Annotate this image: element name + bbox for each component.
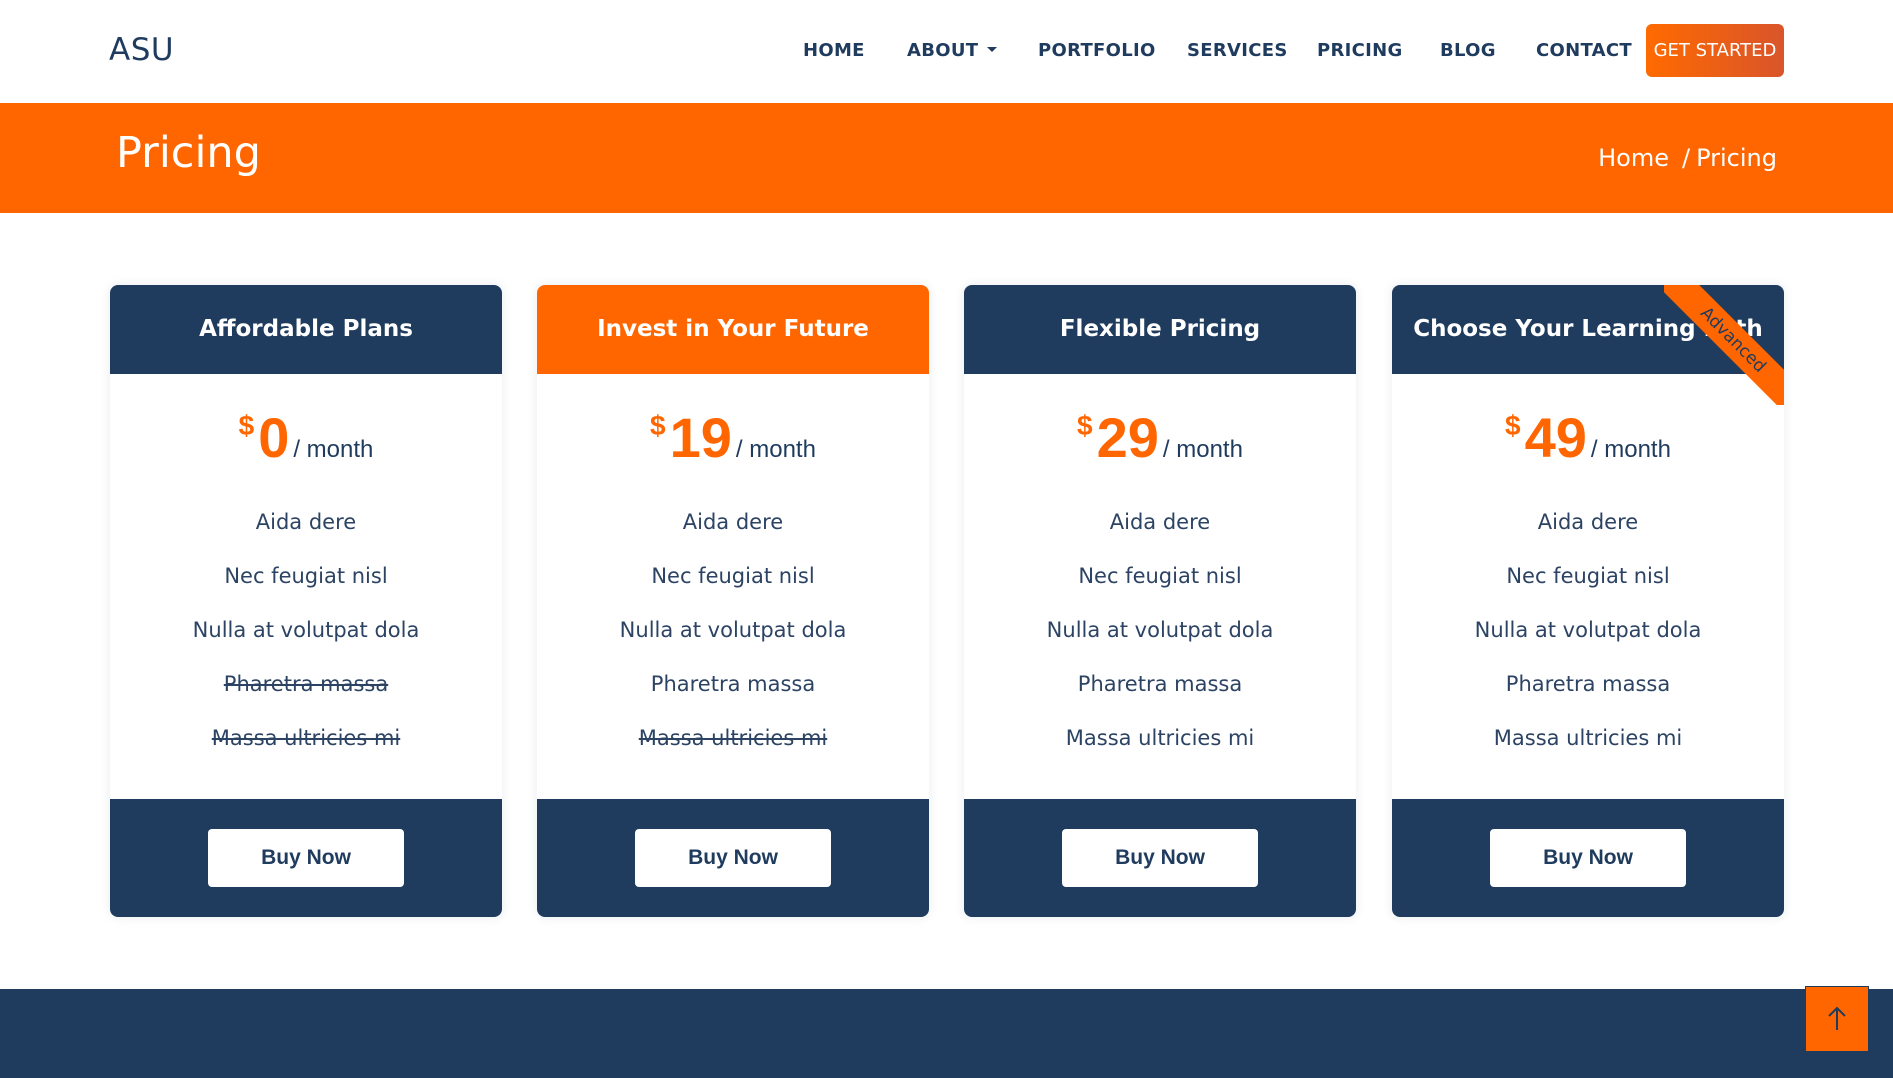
plan-feature: Pharetra massa [1505, 672, 1671, 696]
pricing-card: Affordable Plans $0/ month Aida dere Nec fe… [110, 285, 502, 917]
card-footer: Buy Now [110, 799, 502, 917]
page-title: Pricing [116, 128, 261, 178]
plan-feature: Massa ultricies mi [211, 726, 401, 750]
price-period: / month [1590, 436, 1671, 463]
plan-feature: Aida dere [255, 510, 357, 534]
advanced-ribbon: Advanced [1664, 285, 1784, 405]
price-amount: 19 [669, 406, 732, 469]
price-period: / month [1162, 436, 1243, 463]
plan-feature: Aida dere [1537, 510, 1639, 534]
plan-feature: Pharetra massa [650, 672, 816, 696]
nav-blog[interactable]: BLOG [1440, 40, 1496, 61]
price-period: / month [735, 436, 816, 463]
plan-price: $49/ month [1392, 405, 1784, 470]
plan-price: $29/ month [964, 405, 1356, 470]
nav-about[interactable]: ABOUT [907, 40, 998, 61]
plan-feature: Massa ultricies mi [1493, 726, 1683, 750]
breadcrumb-home-link[interactable]: Home [1598, 144, 1669, 172]
breadcrumb: Home / Pricing [1598, 144, 1777, 172]
pricing-card: Choose Your Learning Path $49/ month Aida … [1392, 285, 1784, 917]
page-banner: Pricing Home / Pricing [0, 103, 1893, 213]
breadcrumb-separator: / [1682, 144, 1691, 172]
plan-feature: Pharetra massa [1077, 672, 1243, 696]
card-footer: Buy Now [1392, 799, 1784, 917]
price-amount: 29 [1096, 406, 1159, 469]
nav-portfolio[interactable]: PORTFOLIO [1038, 40, 1156, 61]
plan-feature: Nec feugiat nisl [651, 564, 815, 588]
plan-feature: Pharetra massa [223, 672, 389, 696]
price-currency: $ [238, 410, 255, 441]
plan-price: $19/ month [537, 405, 929, 470]
get-started-button[interactable]: GET STARTED [1646, 24, 1784, 77]
main-nav: HOME ABOUT PORTFOLIO SERVICES PRICING BL… [0, 0, 1893, 103]
plan-title: Invest in Your Future [537, 285, 929, 374]
buy-now-button[interactable]: Buy Now [1490, 829, 1686, 887]
plan-feature: Nulla at volutpat dola [619, 618, 847, 642]
nav-about-label: ABOUT [907, 40, 979, 61]
plan-feature: Nulla at volutpat dola [192, 618, 420, 642]
nav-contact[interactable]: CONTACT [1536, 40, 1632, 61]
price-period: / month [293, 436, 374, 463]
plan-feature: Aida dere [682, 510, 784, 534]
price-amount: 49 [1524, 406, 1587, 469]
nav-pricing[interactable]: PRICING [1317, 40, 1403, 61]
site-header: ASU HOME ABOUT PORTFOLIO SERVICES PRICIN… [0, 0, 1893, 103]
plan-feature: Nulla at volutpat dola [1046, 618, 1274, 642]
plan-title: Affordable Plans [110, 285, 502, 374]
plan-price: $0/ month [110, 405, 502, 470]
arrow-up-icon [1828, 1006, 1846, 1030]
plan-feature: Aida dere [1109, 510, 1211, 534]
pricing-card: Flexible Pricing $29/ month Aida dere Nec f… [964, 285, 1356, 917]
price-amount: 0 [258, 406, 290, 469]
price-currency: $ [650, 410, 666, 441]
plan-title: Flexible Pricing [964, 285, 1356, 374]
breadcrumb-current: Pricing [1696, 144, 1777, 172]
chevron-down-icon [987, 47, 998, 52]
pricing-card: Invest in Your Future $19/ month Aida dere… [537, 285, 929, 917]
plan-feature: Nec feugiat nisl [1078, 564, 1242, 588]
card-footer: Buy Now [537, 799, 929, 917]
plan-feature: Nec feugiat nisl [1506, 564, 1670, 588]
plan-feature: Massa ultricies mi [1065, 726, 1255, 750]
nav-services[interactable]: SERVICES [1187, 40, 1288, 61]
back-to-top-button[interactable] [1805, 986, 1869, 1052]
ribbon-container: Advanced [1664, 285, 1784, 405]
buy-now-button[interactable]: Buy Now [1062, 829, 1258, 887]
price-currency: $ [1077, 410, 1093, 441]
plan-feature: Nulla at volutpat dola [1474, 618, 1702, 642]
nav-home[interactable]: HOME [803, 40, 865, 61]
buy-now-button[interactable]: Buy Now [208, 829, 404, 887]
buy-now-button[interactable]: Buy Now [635, 829, 831, 887]
footer-band [0, 989, 1893, 1078]
card-footer: Buy Now [964, 799, 1356, 917]
plan-feature: Nec feugiat nisl [224, 564, 388, 588]
price-currency: $ [1505, 410, 1521, 441]
plan-feature: Massa ultricies mi [638, 726, 828, 750]
